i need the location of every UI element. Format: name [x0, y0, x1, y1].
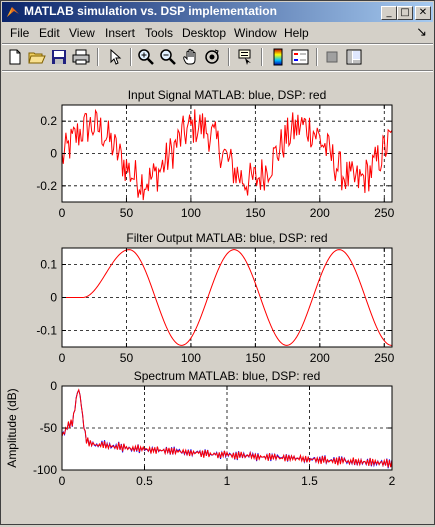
x-tick-label: 150	[245, 351, 265, 365]
toolbar-separator	[97, 48, 99, 66]
menu-tools[interactable]: Tools	[145, 26, 173, 40]
toolbar-separator	[228, 48, 230, 66]
title-bar[interactable]: MATLAB simulation vs. DSP implementation…	[2, 2, 433, 22]
y-tick-label: 0.2	[40, 114, 57, 128]
x-tick-label: 2	[389, 474, 396, 488]
x-tick-label: 200	[310, 206, 330, 220]
open-file-icon[interactable]	[27, 47, 47, 67]
menu-insert[interactable]: Insert	[105, 26, 135, 40]
rotate-3d-icon[interactable]	[202, 47, 222, 67]
spectrum-ylabel: Amplitude (dB)	[5, 388, 19, 467]
menu-window[interactable]: Window	[234, 26, 277, 40]
x-tick-label: 0	[59, 351, 66, 365]
minimize-button[interactable]: _	[381, 6, 397, 20]
save-icon[interactable]	[49, 47, 69, 67]
x-tick-label: 0	[59, 474, 66, 488]
x-tick-label: 100	[181, 206, 201, 220]
menu-edit[interactable]: Edit	[39, 26, 60, 40]
figure-toolbar	[2, 45, 433, 69]
x-tick-label: 50	[120, 351, 134, 365]
show-plot-tools-icon[interactable]	[344, 47, 364, 67]
y-tick-label: -100	[33, 463, 57, 477]
x-tick-label: 100	[181, 351, 201, 365]
x-tick-label: 250	[374, 206, 394, 220]
x-tick-label: 1.5	[301, 474, 318, 488]
legend-icon[interactable]	[290, 47, 310, 67]
new-file-icon[interactable]	[5, 47, 25, 67]
y-tick-label: 0.1	[40, 258, 57, 272]
close-button[interactable]: ✕	[415, 6, 431, 20]
menu-help[interactable]: Help	[284, 26, 309, 40]
matlab-logo-icon	[7, 7, 19, 17]
y-tick-label: 0	[50, 147, 57, 161]
zoom-out-icon[interactable]	[158, 47, 178, 67]
menu-bar: File Edit View Insert Tools Desktop Wind…	[2, 23, 433, 42]
hide-plot-tools-icon[interactable]	[322, 47, 342, 67]
pan-hand-icon[interactable]	[180, 47, 200, 67]
pointer-icon[interactable]	[105, 47, 125, 67]
filter-output-title: Filter Output MATLAB: blue, DSP: red	[126, 231, 327, 245]
colorbar-icon[interactable]	[268, 47, 288, 67]
spectrum-title: Spectrum MATLAB: blue, DSP: red	[134, 369, 321, 383]
toolbar-separator	[130, 48, 132, 66]
window-title: MATLAB simulation vs. DSP implementation	[24, 4, 277, 18]
toolbar-separator	[261, 48, 263, 66]
input-signal-title: Input Signal MATLAB: blue, DSP: red	[128, 88, 327, 102]
y-tick-label: 0	[50, 379, 57, 393]
print-icon[interactable]	[71, 47, 91, 67]
maximize-button[interactable]: □	[397, 6, 413, 20]
spectrum-axes: Spectrum MATLAB: blue, DSP: red 0 0.5 1 1.5 2…	[5, 369, 396, 488]
y-tick-label: -0.1	[36, 324, 57, 338]
y-tick-label: -50	[40, 421, 58, 435]
x-tick-label: 250	[374, 351, 394, 365]
menu-view[interactable]: View	[69, 26, 95, 40]
x-tick-label: 200	[310, 351, 330, 365]
menu-file[interactable]: File	[10, 26, 29, 40]
zoom-in-icon[interactable]	[136, 47, 156, 67]
matlab-figure-window: MATLAB simulation vs. DSP implementation…	[0, 0, 435, 525]
x-tick-label: 150	[245, 206, 265, 220]
x-tick-label: 50	[120, 206, 134, 220]
x-tick-label: 0.5	[136, 474, 153, 488]
menu-desktop[interactable]: Desktop	[182, 26, 226, 40]
x-tick-label: 1	[224, 474, 231, 488]
toolbar-separator	[316, 48, 318, 66]
figure-plots: Input Signal MATLAB: blue, DSP: red0 50 10…	[5, 88, 396, 488]
dock-arrow-icon[interactable]: ↘	[416, 24, 427, 40]
y-tick-label: 0	[50, 291, 57, 305]
data-cursor-icon[interactable]	[236, 47, 256, 67]
y-tick-label: -0.2	[36, 179, 57, 193]
input-signal-axes: Input Signal MATLAB: blue, DSP: red 0 50 10…	[36, 88, 394, 220]
figure-canvas: Input Signal MATLAB: blue, DSP: red 0 50 10…	[2, 72, 433, 523]
filter-output-axes: Filter Output MATLAB: blue, DSP: red 0 50 1…	[36, 231, 394, 365]
x-tick-label: 0	[59, 206, 66, 220]
